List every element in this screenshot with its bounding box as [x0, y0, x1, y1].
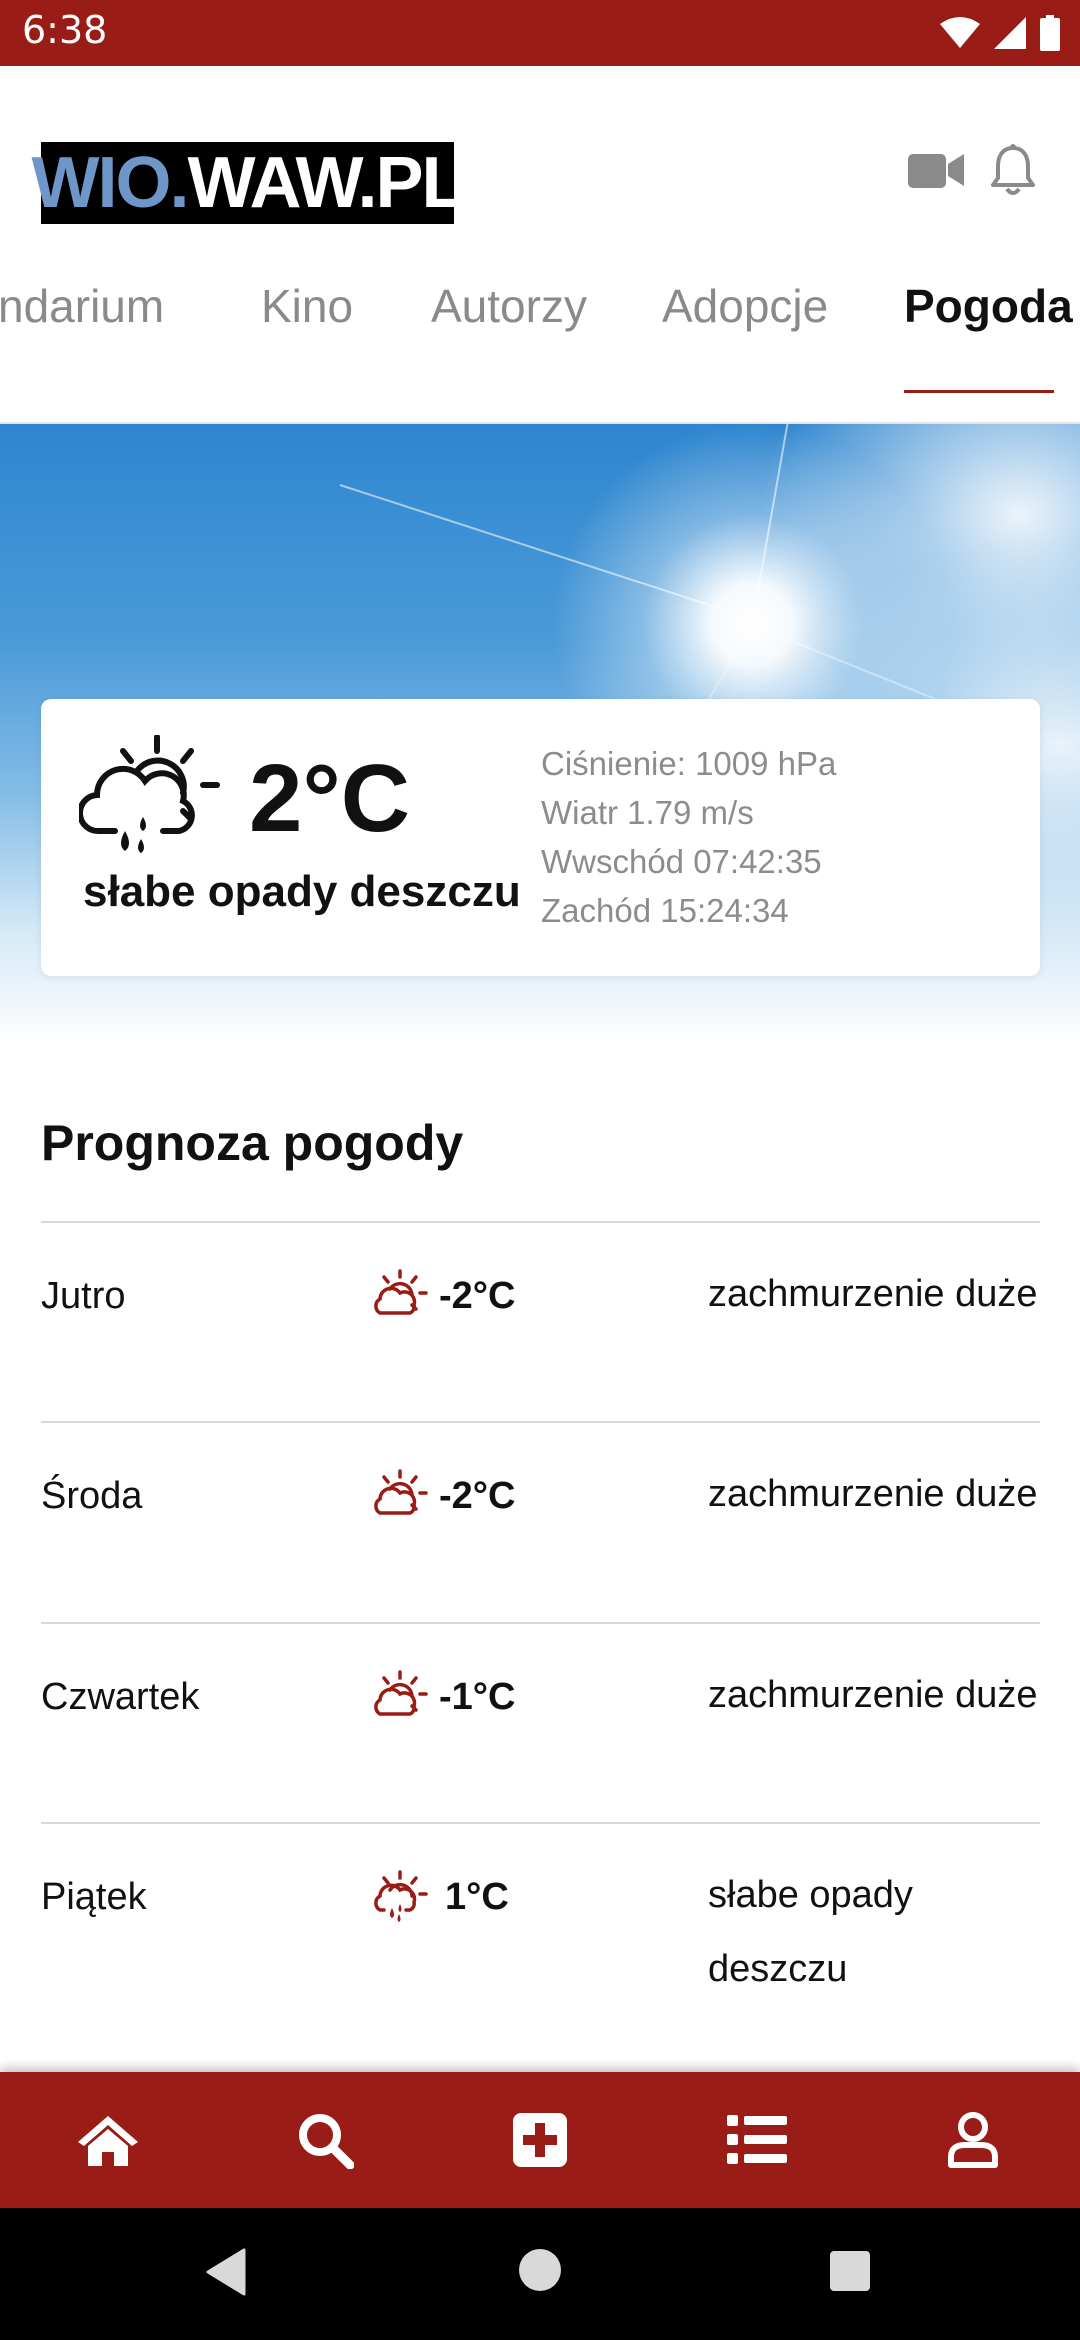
cloud-rain-sun-icon: [374, 1870, 428, 1922]
current-temperature: 2°C: [249, 745, 411, 852]
back-icon[interactable]: [204, 2248, 246, 2296]
forecast-temp: -1°C: [439, 1676, 516, 1718]
current-description: słabe opady deszczu: [83, 867, 521, 916]
wind-text: Wiatr 1.79 m/s: [541, 794, 754, 831]
battery-icon: [1040, 15, 1060, 51]
forecast-row: Jutro -2°C zachmurzenie duże: [41, 1221, 1040, 1421]
category-tabs: ndarium Kino Autorzy Adopcje Pogoda: [0, 250, 1080, 362]
pressure-text: Ciśnienie: 1009 hPa: [541, 745, 837, 782]
bottom-navigation: [0, 2072, 1080, 2208]
sunrise-text: Wwschód 07:42:35: [541, 843, 822, 880]
status-bar: 6:38: [0, 0, 1080, 66]
tab-kalendarium[interactable]: ndarium: [0, 250, 164, 362]
forecast-description: zachmurzenie duże: [708, 1674, 1038, 1716]
forecast-day: Jutro: [41, 1275, 126, 1317]
forecast-description: słabe opady deszczu: [708, 1874, 913, 1990]
nav-profile[interactable]: [938, 2110, 1008, 2170]
forecast-temp: -2°C: [439, 1475, 516, 1517]
forecast-title: Prognoza pogody: [41, 1115, 464, 1171]
tab-kino[interactable]: Kino: [261, 250, 353, 362]
sunset-text: Zachód 15:24:34: [541, 892, 789, 929]
current-weather-card: 2°C słabe opady deszczu Ciśnienie: 1009 …: [41, 699, 1040, 976]
cloud-sun-icon: [374, 1469, 428, 1515]
forecast-description: zachmurzenie duże: [708, 1473, 1038, 1515]
forecast-row: Czwartek -1°C zachmurzenie duże: [41, 1622, 1040, 1822]
list-icon: [727, 2115, 787, 2164]
tab-autorzy[interactable]: Autorzy: [431, 250, 587, 362]
nav-add[interactable]: [505, 2110, 575, 2170]
nav-search[interactable]: [290, 2110, 360, 2170]
forecast-day: Środa: [41, 1475, 143, 1517]
app-logo[interactable]: WIO. WAW.PL: [32, 142, 465, 224]
wifi-icon: [940, 17, 980, 48]
user-icon: [948, 2112, 998, 2168]
tab-pogoda[interactable]: Pogoda: [904, 250, 1073, 362]
cloud-sun-icon: [374, 1269, 428, 1315]
forecast-temp: 1°C: [445, 1876, 509, 1918]
recents-icon[interactable]: [830, 2251, 870, 2291]
home-button-icon[interactable]: [518, 2248, 562, 2292]
signal-icon: [994, 17, 1026, 49]
cloud-sun-icon: [374, 1670, 428, 1716]
active-tab-indicator: [904, 390, 1054, 393]
status-icons: [940, 10, 1060, 56]
logo-text-part1: WIO.: [31, 143, 190, 223]
weather-details: Ciśnienie: 1009 hPa Wiatr 1.79 m/s Wwsch…: [541, 739, 836, 935]
nav-list[interactable]: [722, 2110, 792, 2170]
tab-adopcje[interactable]: Adopcje: [662, 250, 828, 362]
cloud-rain-sun-icon: [79, 735, 220, 853]
forecast-day: Czwartek: [41, 1676, 200, 1718]
forecast-temp: -2°C: [439, 1275, 516, 1317]
nav-home[interactable]: [73, 2110, 143, 2170]
search-icon: [299, 2114, 354, 2169]
video-camera-icon[interactable]: [906, 148, 966, 192]
forecast-row: Piątek 1°C słabe opady deszczu: [41, 1822, 1040, 2054]
system-navigation-bar: [0, 2208, 1080, 2340]
forecast-day: Piątek: [41, 1876, 147, 1918]
status-time: 6:38: [22, 8, 108, 52]
logo-text-part2: WAW.PL: [187, 143, 465, 223]
bell-icon[interactable]: [990, 144, 1036, 198]
plus-square-icon: [513, 2113, 567, 2167]
home-icon: [78, 2116, 138, 2166]
forecast-description: zachmurzenie duże: [708, 1273, 1038, 1315]
forecast-row: Środa -2°C zachmurzenie duże: [41, 1421, 1040, 1621]
